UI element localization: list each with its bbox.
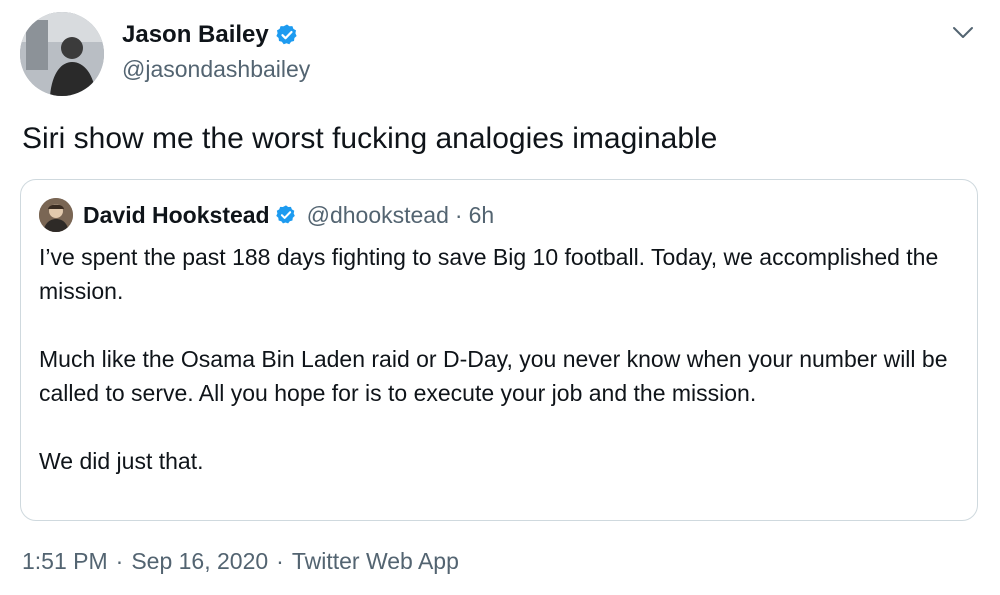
author-handle[interactable]: @jasondashbailey: [122, 56, 310, 83]
quoted-timestamp[interactable]: 6h: [469, 202, 495, 229]
author-display-name[interactable]: Jason Bailey: [122, 21, 269, 49]
tweet-header: Jason Bailey @jasondashbailey: [122, 18, 310, 83]
quoted-profile-photo-icon: [39, 198, 73, 232]
quoted-author-display-name[interactable]: David Hookstead: [83, 202, 270, 229]
author-name-row: Jason Bailey: [122, 18, 310, 52]
quoted-tweet-body: I’ve spent the past 188 days fighting to…: [39, 240, 959, 478]
tweet-date[interactable]: Sep 16, 2020: [131, 548, 268, 575]
tweet-card: Jason Bailey @jasondashbailey Siri show …: [0, 0, 1000, 595]
tweet-metadata: 1:51 PM · Sep 16, 2020 · Twitter Web App: [22, 548, 459, 575]
quoted-paragraph: I’ve spent the past 188 days fighting to…: [39, 244, 939, 304]
verified-badge-icon: [275, 23, 299, 47]
quoted-paragraph: Much like the Osama Bin Laden raid or D-…: [39, 346, 948, 406]
author-avatar[interactable]: [20, 12, 104, 96]
quoted-tweet[interactable]: David Hookstead @dhookstead · 6h I’ve sp…: [20, 179, 978, 521]
quoted-verified-badge-icon: [275, 204, 297, 226]
more-options-chevron-down-icon[interactable]: [950, 20, 976, 46]
meta-separator: ·: [115, 548, 124, 574]
quoted-paragraph: We did just that.: [39, 448, 204, 474]
tweet-text: Siri show me the worst fucking analogies…: [22, 122, 718, 155]
quoted-tweet-header: David Hookstead @dhookstead · 6h: [39, 198, 494, 232]
quoted-author-handle[interactable]: @dhookstead: [307, 202, 449, 229]
tweet-source[interactable]: Twitter Web App: [292, 548, 459, 575]
tweet-time[interactable]: 1:51 PM: [22, 548, 108, 575]
profile-photo-icon: [20, 12, 104, 96]
quoted-author-avatar[interactable]: [39, 198, 73, 232]
quoted-separator: ·: [454, 201, 463, 228]
meta-separator: ·: [276, 548, 284, 574]
